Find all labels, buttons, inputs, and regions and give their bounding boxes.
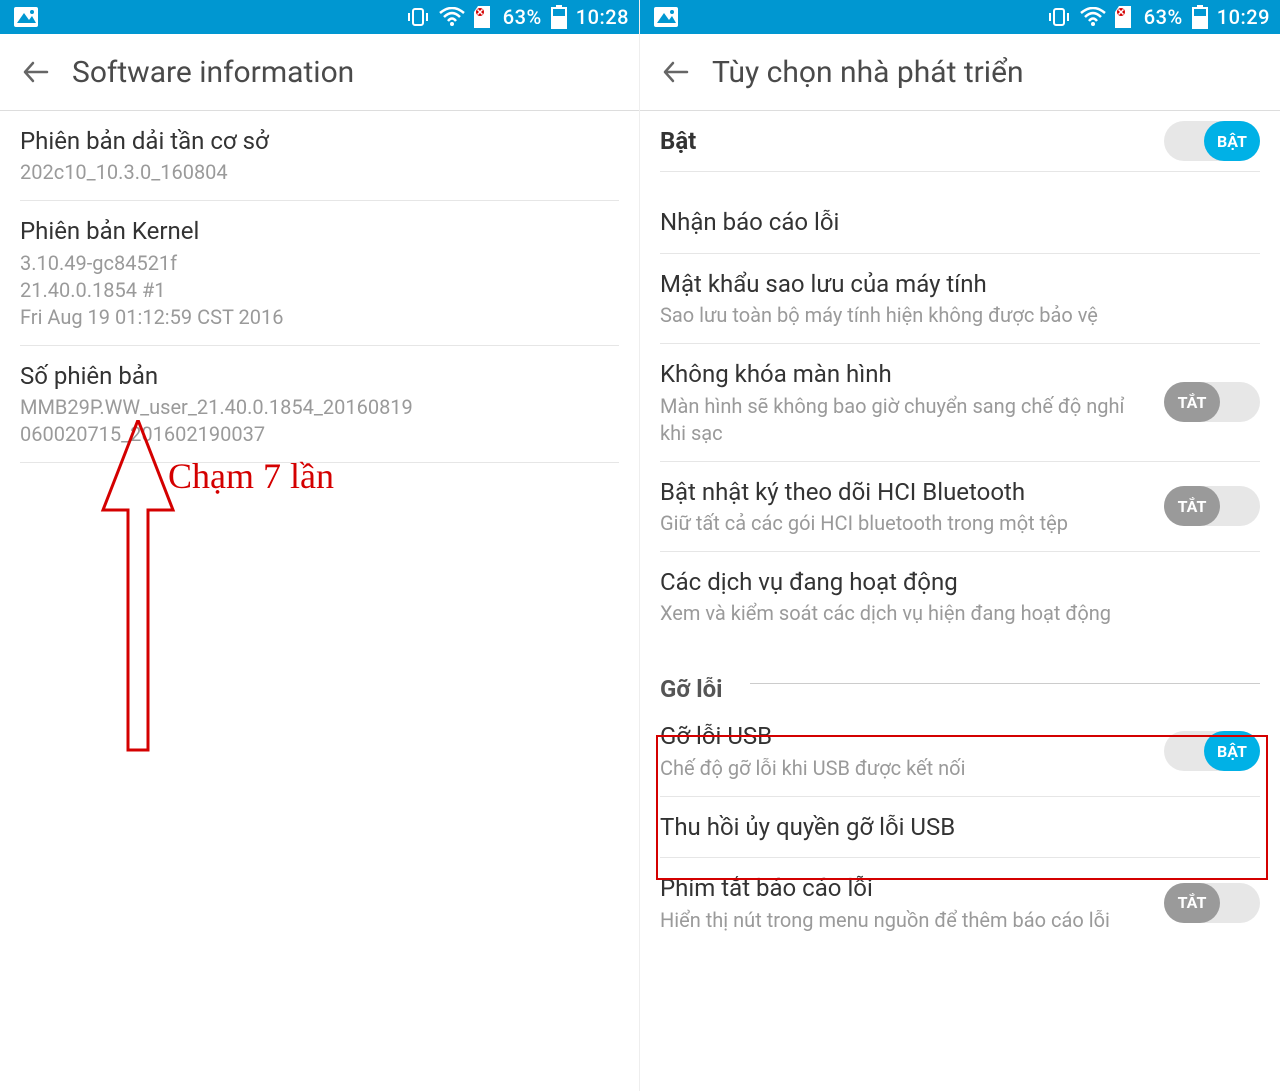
row-title: Mật khẩu sao lưu của máy tính bbox=[660, 268, 1260, 300]
section-header-debug: Gỡ lỗi bbox=[640, 661, 1280, 706]
back-button[interactable] bbox=[660, 56, 692, 88]
row-running-services[interactable]: Các dịch vụ đang hoạt động Xem và kiểm s… bbox=[640, 552, 1280, 641]
row-build-number[interactable]: Số phiên bản MMB29P.WW_user_21.40.0.1854… bbox=[0, 346, 639, 462]
row-kernel[interactable]: Phiên bản Kernel 3.10.49-gc84521f 21.40.… bbox=[0, 201, 639, 344]
row-revoke-usb-auth[interactable]: Thu hồi ủy quyền gỡ lỗi USB bbox=[640, 797, 1280, 857]
clock-text: 10:28 bbox=[576, 5, 629, 29]
toggle-label: TẮT bbox=[1164, 883, 1220, 923]
picture-icon bbox=[14, 7, 38, 27]
row-bug-report-shortcut[interactable]: Phím tắt báo cáo lỗi Hiển thị nút trong … bbox=[640, 858, 1280, 947]
toggle-hci-bluetooth[interactable]: TẮT bbox=[1164, 486, 1260, 526]
page-title: Tùy chọn nhà phát triển bbox=[712, 55, 1024, 90]
row-subtitle: Màn hình sẽ không bao giờ chuyển sang ch… bbox=[660, 393, 1140, 447]
row-subtitle: Chế độ gỡ lỗi khi USB được kết nối bbox=[660, 755, 1140, 782]
toggle-bug-report-shortcut[interactable]: TẮT bbox=[1164, 883, 1260, 923]
annotation-tap-7-times: Chạm 7 lần bbox=[98, 420, 178, 760]
row-bug-report[interactable]: Nhận báo cáo lỗi bbox=[640, 192, 1280, 252]
vibrate-icon bbox=[1047, 7, 1071, 27]
wifi-icon bbox=[1080, 7, 1106, 27]
toggle-developer-options[interactable]: BẬT bbox=[1164, 121, 1260, 161]
picture-icon bbox=[654, 7, 678, 27]
sd-card-icon bbox=[474, 6, 494, 28]
clock-text: 10:29 bbox=[1217, 5, 1270, 29]
section-title: Gỡ lỗi bbox=[660, 675, 723, 703]
app-bar: Tùy chọn nhà phát triển bbox=[640, 34, 1280, 110]
vibrate-icon bbox=[406, 7, 430, 27]
row-backup-password[interactable]: Mật khẩu sao lưu của máy tính Sao lưu to… bbox=[640, 254, 1280, 343]
row-title: Nhận báo cáo lỗi bbox=[660, 206, 1260, 238]
phone-left: 63% 10:28 Software information Phiên bản… bbox=[0, 0, 640, 1091]
row-title: Phím tắt báo cáo lỗi bbox=[660, 872, 1140, 904]
row-title: Gỡ lỗi USB bbox=[660, 720, 1140, 752]
row-title: Phiên bản dải tần cơ sở bbox=[20, 125, 619, 157]
row-subtitle: Hiển thị nút trong menu nguồn để thêm bá… bbox=[660, 907, 1140, 934]
row-subtitle: Xem và kiểm soát các dịch vụ hiện đang h… bbox=[660, 600, 1260, 627]
app-bar: Software information bbox=[0, 34, 639, 110]
toggle-label: BẬT bbox=[1204, 121, 1260, 161]
back-button[interactable] bbox=[20, 56, 52, 88]
row-title: Thu hồi ủy quyền gỡ lỗi USB bbox=[660, 811, 1260, 843]
row-title: Bật nhật ký theo dõi HCI Bluetooth bbox=[660, 476, 1140, 508]
toggle-stay-awake[interactable]: TẮT bbox=[1164, 382, 1260, 422]
toggle-label: TẮT bbox=[1164, 382, 1220, 422]
battery-icon bbox=[551, 5, 567, 29]
row-subtitle: Giữ tất cả các gói HCI bluetooth trong m… bbox=[660, 510, 1140, 537]
battery-percent: 63% bbox=[1144, 5, 1183, 29]
row-hci-bluetooth[interactable]: Bật nhật ký theo dõi HCI Bluetooth Giữ t… bbox=[640, 462, 1280, 551]
row-title: Không khóa màn hình bbox=[660, 358, 1140, 390]
phone-right: 63% 10:29 Tùy chọn nhà phát triển Bật BẬ… bbox=[640, 0, 1280, 1091]
toggle-usb-debugging[interactable]: BẬT bbox=[1164, 731, 1260, 771]
row-subtitle: Sao lưu toàn bộ máy tính hiện không được… bbox=[660, 302, 1260, 329]
row-title: Số phiên bản bbox=[20, 360, 619, 392]
row-master-switch[interactable]: Bật BẬT bbox=[640, 111, 1280, 171]
row-value: 202c10_10.3.0_160804 bbox=[20, 159, 619, 186]
row-title: Các dịch vụ đang hoạt động bbox=[660, 566, 1260, 598]
row-value: MMB29P.WW_user_21.40.0.1854_20160819 060… bbox=[20, 394, 619, 448]
toggle-label: BẬT bbox=[1204, 731, 1260, 771]
row-title: Bật bbox=[660, 125, 1140, 157]
battery-percent: 63% bbox=[503, 5, 542, 29]
row-title: Phiên bản Kernel bbox=[20, 215, 619, 247]
row-baseband[interactable]: Phiên bản dải tần cơ sở 202c10_10.3.0_16… bbox=[0, 111, 639, 200]
page-title: Software information bbox=[72, 55, 354, 90]
row-usb-debugging[interactable]: Gỡ lỗi USB Chế độ gỡ lỗi khi USB được kế… bbox=[640, 706, 1280, 795]
row-value: 3.10.49-gc84521f 21.40.0.1854 #1 Fri Aug… bbox=[20, 250, 619, 331]
wifi-icon bbox=[439, 7, 465, 27]
row-separator bbox=[20, 462, 619, 463]
sd-card-icon bbox=[1115, 6, 1135, 28]
toggle-label: TẮT bbox=[1164, 486, 1220, 526]
row-stay-awake[interactable]: Không khóa màn hình Màn hình sẽ không ba… bbox=[640, 344, 1280, 460]
battery-icon bbox=[1192, 5, 1208, 29]
status-bar: 63% 10:29 bbox=[640, 0, 1280, 34]
status-bar: 63% 10:28 bbox=[0, 0, 639, 34]
